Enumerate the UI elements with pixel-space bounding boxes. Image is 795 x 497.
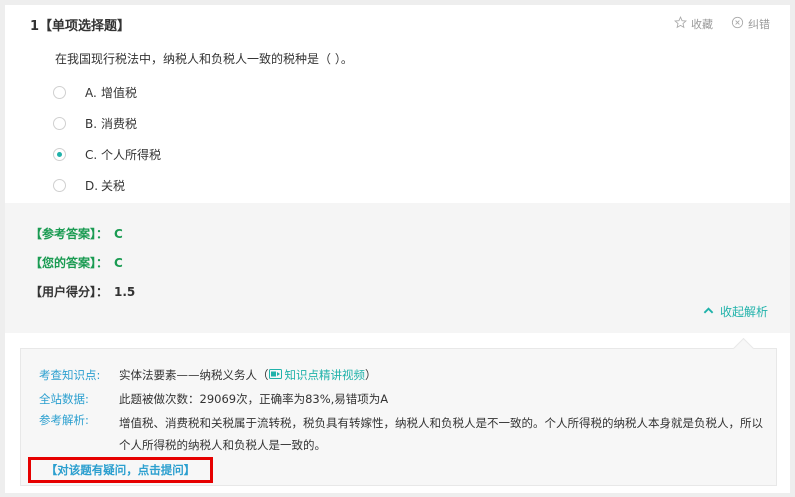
your-answer-value: C <box>114 256 123 270</box>
question-title: 1【单项选择题】 <box>30 19 131 34</box>
stats-label: 全站数据: <box>39 392 89 406</box>
stats-text: 此题被做次数：29069次，正确率为83%,易错项为A <box>119 392 389 406</box>
option-text: 消费税 <box>101 117 138 131</box>
stats-row: 全站数据: 此题被做次数：29069次，正确率为83%,易错项为A <box>39 391 388 407</box>
question-card: 1【单项选择题】 收藏 纠错 在我国现行税法中，纳税人和负税人一致的税种是（ ）… <box>5 5 790 493</box>
knowledge-point-row: 考查知识点: 实体法要素——纳税义务人（ 知识点精讲视频） <box>39 367 377 383</box>
error-circle-icon <box>731 16 744 32</box>
favorite-button[interactable]: 收藏 <box>674 16 713 32</box>
option-letter: D. <box>85 178 99 193</box>
collapse-analysis-button[interactable]: 收起解析 <box>703 303 768 320</box>
report-label: 纠错 <box>748 18 770 31</box>
option-a[interactable]: A. 增值税 <box>53 77 161 108</box>
video-icon <box>268 367 282 383</box>
video-link-text: 知识点精讲视频 <box>284 368 366 382</box>
star-icon <box>674 16 687 32</box>
option-b[interactable]: B. 消费税 <box>53 108 161 139</box>
option-letter: C. <box>85 147 98 162</box>
reference-analysis-text: 增值税、消费税和关税属于流转税，税负具有转嫁性，纳税人和负税人是不一致的。个人所… <box>119 416 763 452</box>
radio-b[interactable] <box>53 117 66 130</box>
reference-answer-value: C <box>114 227 123 241</box>
favorite-label: 收藏 <box>691 18 713 31</box>
reference-analysis-row: 参考解析: 增值税、消费税和关税属于流转税，税负具有转嫁性，纳税人和负税人是不一… <box>39 412 779 456</box>
option-c[interactable]: C. 个人所得税 <box>53 139 161 170</box>
reference-analysis-label: 参考解析: <box>39 413 89 427</box>
option-list: A. 增值税 B. 消费税 C. 个人所得税 D. 关税 <box>53 77 161 201</box>
knowledge-video-link[interactable]: 知识点精讲视频 <box>268 367 366 383</box>
your-answer-label: 【您的答案】： <box>30 256 109 270</box>
your-answer: 【您的答案】： C <box>30 254 123 271</box>
knowledge-point-label: 考查知识点: <box>39 368 101 382</box>
reference-answer-label: 【参考答案】： <box>30 227 109 241</box>
option-text: 增值税 <box>101 86 138 100</box>
option-d[interactable]: D. 关税 <box>53 170 161 201</box>
radio-a[interactable] <box>53 86 66 99</box>
option-text: 个人所得税 <box>101 148 162 162</box>
user-score-value: 1.5 <box>114 285 136 299</box>
question-actions: 收藏 纠错 <box>674 16 770 32</box>
knowledge-close-paren: ） <box>365 368 377 382</box>
user-score-label: 【用户得分】： <box>30 285 109 299</box>
option-letter: B. <box>85 116 98 131</box>
knowledge-point-text: 实体法要素——纳税义务人（ 知识点精讲视频） <box>119 367 377 383</box>
radio-c[interactable] <box>53 148 66 161</box>
question-stem: 在我国现行税法中，纳税人和负税人一致的税种是（ ）。 <box>55 52 353 66</box>
collapse-label: 收起解析 <box>719 305 768 319</box>
ask-question-button[interactable]: 【对该题有疑问，点击提问】 <box>28 457 213 483</box>
reference-answer: 【参考答案】： C <box>30 225 123 242</box>
user-score: 【用户得分】： 1.5 <box>30 283 135 300</box>
chevron-up-icon <box>703 305 714 319</box>
report-error-button[interactable]: 纠错 <box>731 16 770 32</box>
radio-d[interactable] <box>53 179 66 192</box>
analysis-panel: 考查知识点: 实体法要素——纳税义务人（ 知识点精讲视频） 全站数据: 此题被做次… <box>20 348 777 486</box>
answer-panel: 【参考答案】： C 【您的答案】： C 【用户得分】： 1.5 收起解析 <box>5 203 790 333</box>
option-text: 关税 <box>101 179 126 193</box>
knowledge-point-value: 实体法要素——纳税义务人（ <box>119 368 269 382</box>
option-letter: A. <box>85 85 97 100</box>
